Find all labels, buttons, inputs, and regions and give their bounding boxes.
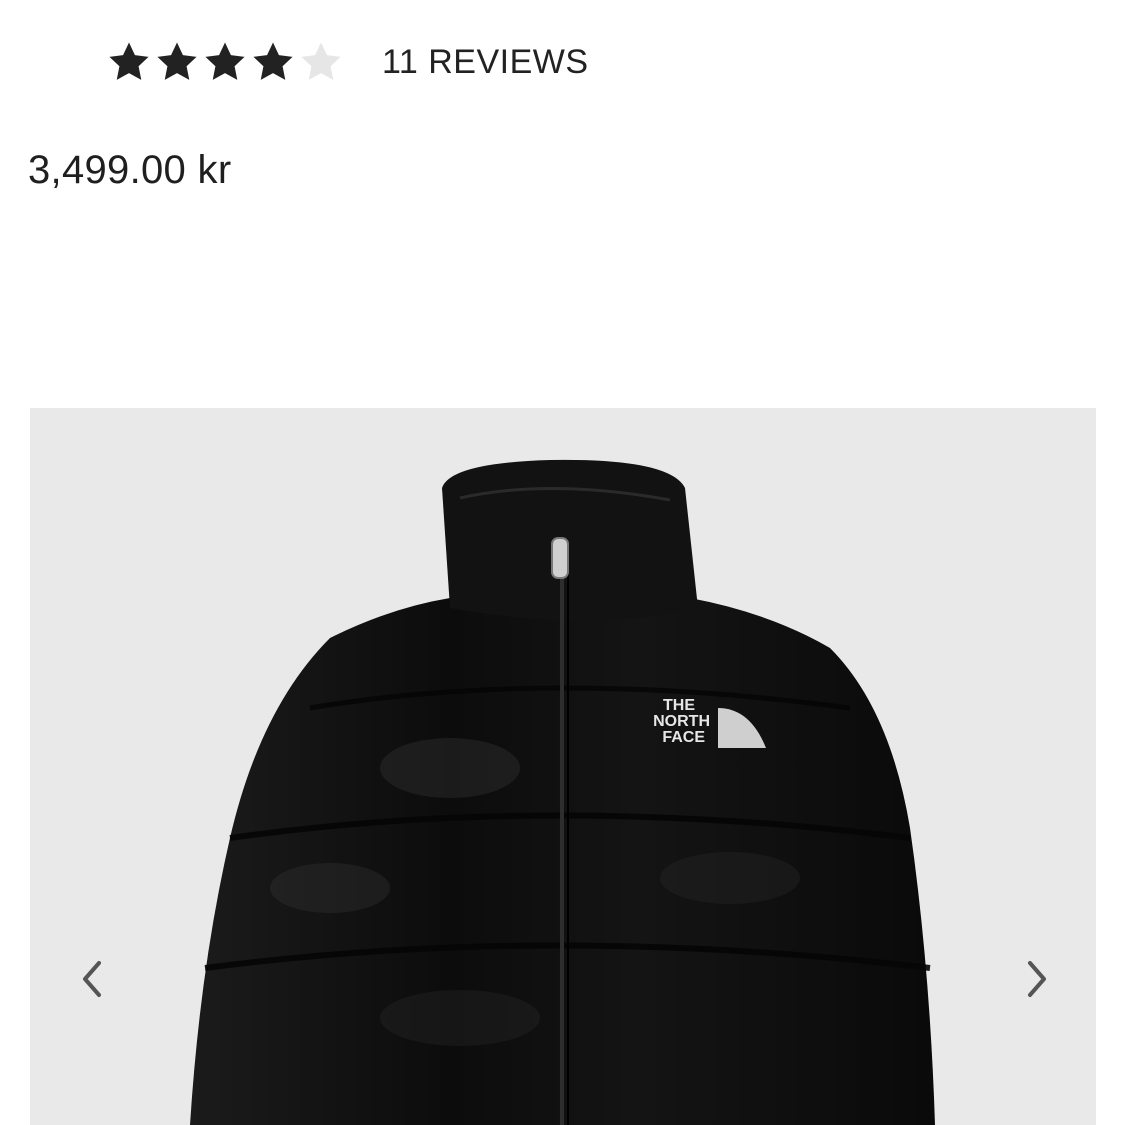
product-image: THE NORTH FACE [30,408,1096,1125]
brand-logo-text-2: NORTH [653,713,710,730]
star-filled-icon [205,42,245,80]
star-filled-icon [253,42,293,80]
star-filled-icon [157,42,197,80]
gallery-prev-button[interactable] [70,953,114,1005]
gallery-next-button[interactable] [1015,953,1059,1005]
rating-row: 11 REVIEWS [106,36,589,88]
brand-logo-text-1: THE [663,697,695,714]
reviews-link[interactable]: 11 REVIEWS [382,43,589,82]
star-rating [106,39,344,85]
star-empty-icon [301,42,341,80]
brand-logo-text-3: FACE [662,729,705,746]
chevron-right-icon [1028,961,1046,997]
product-gallery: THE NORTH FACE [30,408,1096,1125]
product-price: 3,499.00 kr [28,148,232,192]
chevron-left-icon [83,961,101,997]
star-filled-icon [109,42,149,80]
